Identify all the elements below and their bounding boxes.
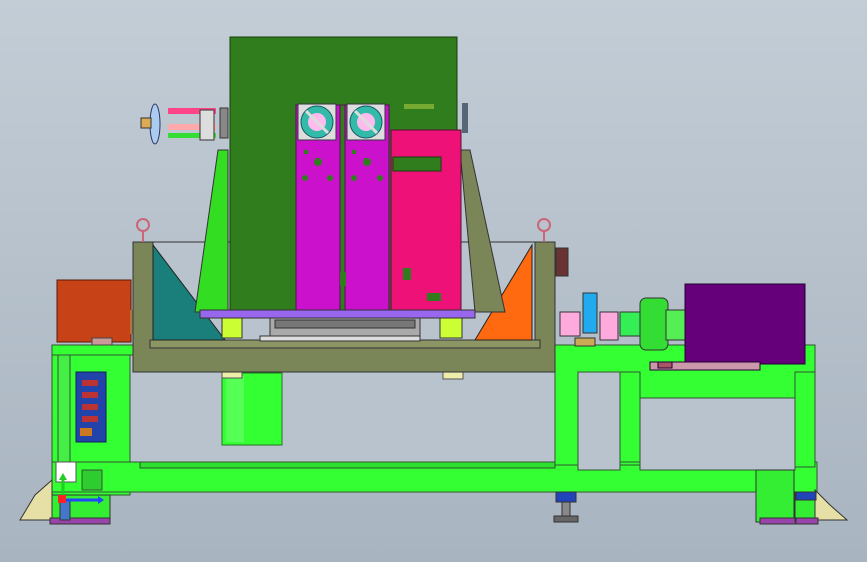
coupling — [559, 292, 687, 351]
handwheel-icon — [140, 103, 229, 145]
cad-viewport[interactable] — [0, 0, 867, 562]
assembly-drawing — [19, 36, 849, 525]
control-box — [56, 279, 136, 346]
